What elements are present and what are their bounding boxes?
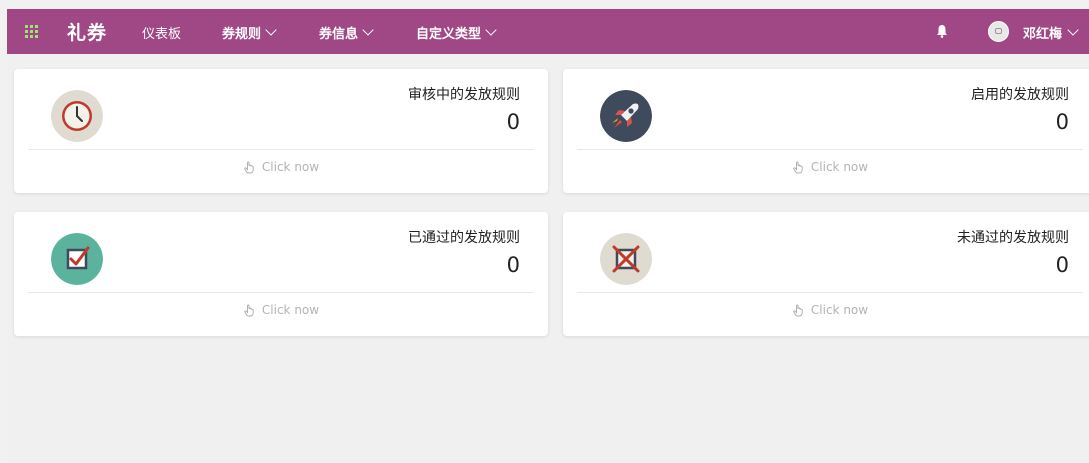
click-now-link[interactable]: Click now [563, 303, 1089, 317]
click-now-label: Click now [261, 160, 320, 174]
bell-icon[interactable] [936, 24, 948, 38]
checkbox-icon [51, 233, 103, 285]
card-pending-rules: 审核中的发放规则 0 Click now [14, 69, 548, 193]
rocket-icon [600, 90, 652, 142]
clock-icon [51, 90, 103, 142]
card-count: 0 [506, 110, 520, 134]
chevron-down-icon [485, 23, 497, 36]
hand-pointer-icon [244, 161, 254, 173]
card-title: 审核中的发放规则 [408, 87, 520, 103]
card-title: 启用的发放规则 [971, 87, 1069, 103]
card-enabled-rules: 启用的发放规则 0 Click now [563, 69, 1089, 193]
click-now-label: Click now [261, 303, 320, 317]
card-count: 0 [1055, 253, 1069, 277]
click-now-label: Click now [810, 160, 869, 174]
user-name: 邓红梅 [1023, 27, 1063, 42]
nav-custom-types-label: 自定义类型 [416, 27, 482, 42]
divider [28, 149, 534, 150]
rejected-box-icon [600, 233, 652, 285]
card-rejected-rules: 未通过的发放规则 0 Click now [563, 212, 1089, 336]
app-frame: 礼券 仪表板 券规则 券信息 自定义类型 邓红梅 审核中的发放规则 0 Clic… [7, 9, 1089, 463]
click-now-label: Click now [810, 303, 869, 317]
hand-pointer-icon [793, 304, 803, 316]
nav-coupon-info-label: 券信息 [319, 27, 359, 42]
avatar[interactable] [988, 21, 1009, 42]
chevron-down-icon [1067, 23, 1079, 36]
card-count: 0 [1055, 110, 1069, 134]
click-now-link[interactable]: Click now [14, 160, 548, 174]
divider [577, 149, 1083, 150]
click-now-link[interactable]: Click now [563, 160, 1089, 174]
apps-grid-icon[interactable] [25, 25, 38, 38]
user-menu[interactable]: 邓红梅 [1023, 23, 1079, 42]
divider [577, 292, 1083, 293]
nav-dashboard-label: 仪表板 [142, 27, 182, 42]
brand-title[interactable]: 礼券 [67, 18, 107, 45]
nav-dashboard[interactable]: 仪表板 [142, 23, 181, 42]
chevron-down-icon [265, 23, 277, 36]
card-approved-rules: 已通过的发放规则 0 Click now [14, 212, 548, 336]
top-navbar: 礼券 仪表板 券规则 券信息 自定义类型 邓红梅 [7, 9, 1089, 54]
nav-custom-types[interactable]: 自定义类型 [416, 23, 497, 42]
card-title: 未通过的发放规则 [957, 230, 1069, 246]
hand-pointer-icon [244, 304, 254, 316]
card-count: 0 [506, 253, 520, 277]
nav-coupon-info[interactable]: 券信息 [319, 23, 374, 42]
click-now-link[interactable]: Click now [14, 303, 548, 317]
hand-pointer-icon [793, 161, 803, 173]
divider [28, 292, 534, 293]
nav-coupon-rules-label: 券规则 [222, 27, 262, 42]
chevron-down-icon [362, 23, 374, 36]
card-title: 已通过的发放规则 [408, 230, 520, 246]
nav-coupon-rules[interactable]: 券规则 [222, 23, 277, 42]
